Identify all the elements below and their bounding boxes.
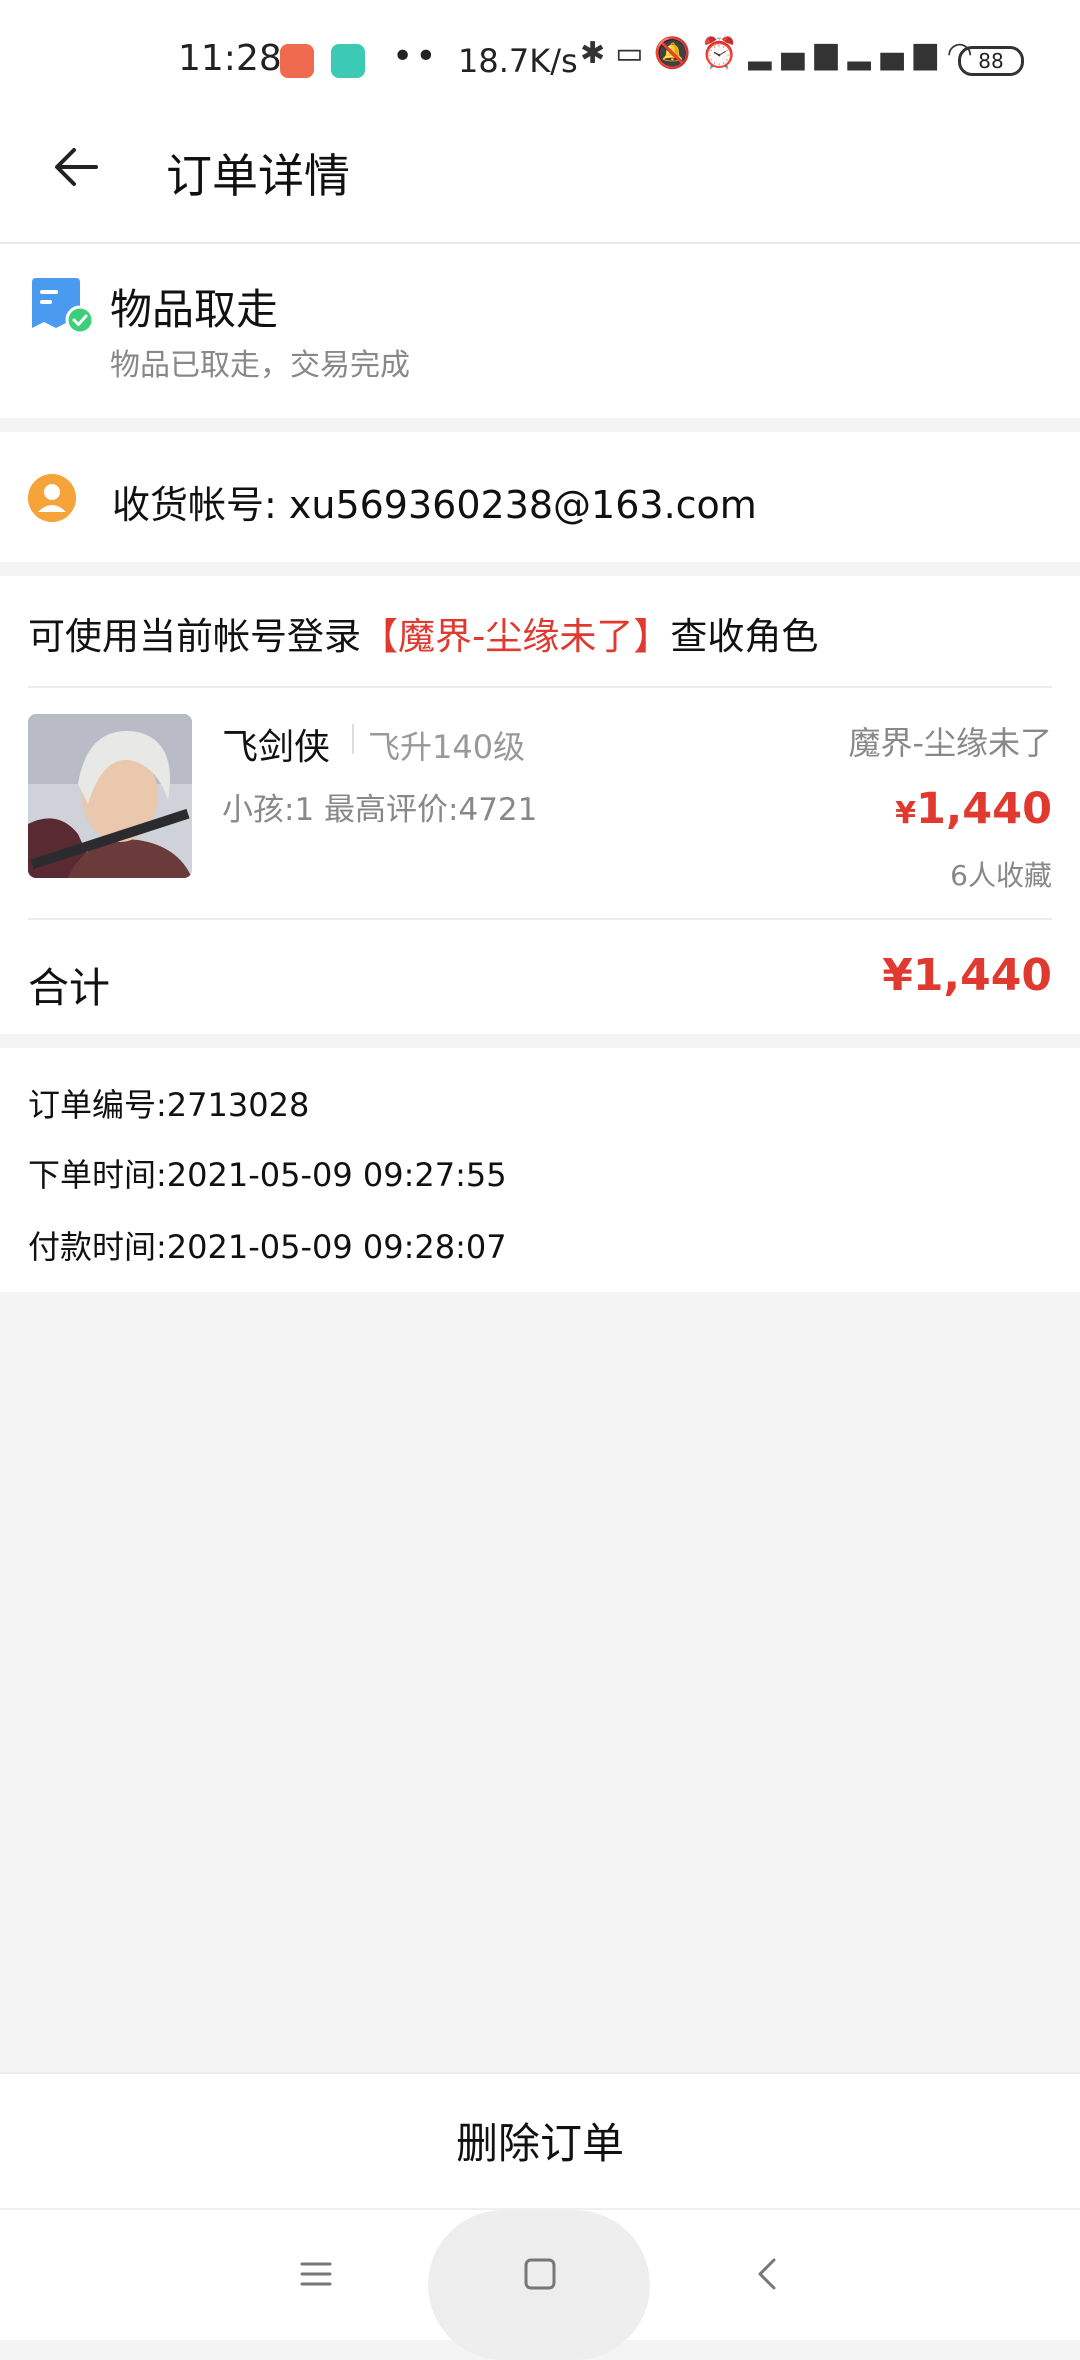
alarm-icon: ⏰ bbox=[700, 36, 749, 71]
character-meta: 小孩:1 最高评价:4721 bbox=[222, 792, 538, 828]
delete-order-button[interactable]: 删除订单 bbox=[0, 2110, 1080, 2171]
signal-hd-icon: ▂▄▆ bbox=[847, 36, 947, 71]
home-icon[interactable] bbox=[516, 2250, 564, 2298]
music-app-icon bbox=[280, 44, 314, 78]
user-avatar-icon bbox=[28, 474, 76, 522]
status-time: 11:28 bbox=[178, 38, 282, 79]
order-time: 下单时间:2021-05-09 09:27:55 bbox=[28, 1156, 507, 1194]
server-name-highlight: 【魔界-尘缘未了】 bbox=[361, 615, 671, 658]
bluetooth-icon: ✱ bbox=[580, 36, 616, 71]
app-bar bbox=[0, 120, 1080, 244]
character-class: 飞剑侠 bbox=[222, 727, 331, 768]
divider bbox=[28, 686, 1052, 688]
battery-indicator: 88 bbox=[958, 46, 1024, 76]
login-hint: 可使用当前帐号登录【魔界-尘缘未了】查收角色 bbox=[28, 615, 819, 658]
item-server: 魔界-尘缘未了 bbox=[848, 724, 1052, 762]
total-price: ¥1,440 bbox=[882, 950, 1052, 1001]
security-app-icon bbox=[331, 44, 365, 78]
vibrate-icon: ▭ bbox=[615, 36, 654, 71]
network-speed: 18.7K/s bbox=[458, 42, 578, 80]
favorite-count: 6人收藏 bbox=[950, 859, 1052, 892]
order-number: 订单编号:2713028 bbox=[28, 1086, 310, 1124]
divider bbox=[28, 918, 1052, 920]
more-notifications-icon: •• bbox=[392, 36, 439, 77]
total-label: 合计 bbox=[28, 964, 110, 1012]
receive-account: 收货帐号: xu569360238@163.com bbox=[112, 483, 757, 527]
back-arrow-icon[interactable] bbox=[52, 142, 100, 192]
menu-icon[interactable] bbox=[292, 2250, 340, 2298]
page-title: 订单详情 bbox=[166, 149, 350, 203]
character-level: 飞升140级 bbox=[368, 728, 526, 766]
character-avatar[interactable] bbox=[28, 714, 192, 878]
silent-icon: 🔕 bbox=[653, 36, 701, 71]
payment-time: 付款时间:2021-05-09 09:28:07 bbox=[28, 1228, 507, 1266]
item-price: ¥1,440 bbox=[895, 784, 1052, 834]
separator bbox=[352, 724, 354, 754]
signal-hd-icon: ▂▄▆ bbox=[748, 36, 848, 71]
status-icons: ✱▭🔕⏰▂▄▆▂▄▆◠ bbox=[580, 36, 983, 71]
order-complete-icon bbox=[32, 278, 94, 335]
order-status-title: 物品取走 bbox=[110, 285, 279, 334]
order-status-subtitle: 物品已取走，交易完成 bbox=[110, 348, 410, 383]
back-icon[interactable] bbox=[744, 2250, 792, 2298]
